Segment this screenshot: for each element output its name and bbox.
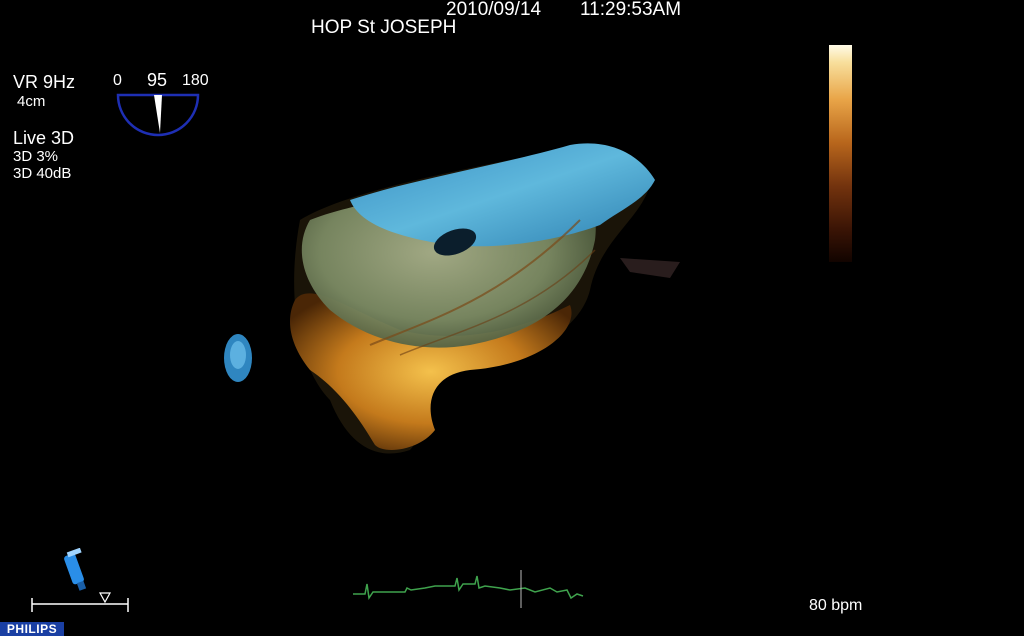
angle-max-label: 180 bbox=[182, 72, 209, 89]
gauge-needle bbox=[154, 95, 162, 133]
volume-render-image bbox=[224, 143, 680, 454]
brand-logo: PHILIPS bbox=[0, 622, 64, 636]
heart-rate-label: 80 bpm bbox=[809, 597, 863, 614]
angle-value-label: 95 bbox=[147, 70, 168, 90]
ecg-trace-icon bbox=[353, 570, 584, 608]
depth-marker-icon bbox=[98, 592, 112, 604]
mode-label: Live 3D bbox=[13, 128, 75, 148]
angle-gauge bbox=[116, 93, 200, 137]
depth-scale bbox=[31, 592, 129, 612]
angle-min-label: 0 bbox=[113, 72, 122, 89]
gain-label: 3D 40dB bbox=[13, 165, 72, 182]
color-scale-bar bbox=[829, 45, 852, 262]
percent-label: 3D 3% bbox=[13, 148, 59, 165]
study-time: 11:29:53AM bbox=[580, 0, 682, 20]
depth-label: 4cm bbox=[17, 93, 46, 110]
study-date: 2010/09/14 bbox=[446, 0, 542, 20]
hospital-name: HOP St JOSEPH bbox=[311, 17, 457, 38]
probe-icon bbox=[64, 548, 87, 591]
volume-rate-label: VR 9Hz bbox=[13, 72, 76, 92]
